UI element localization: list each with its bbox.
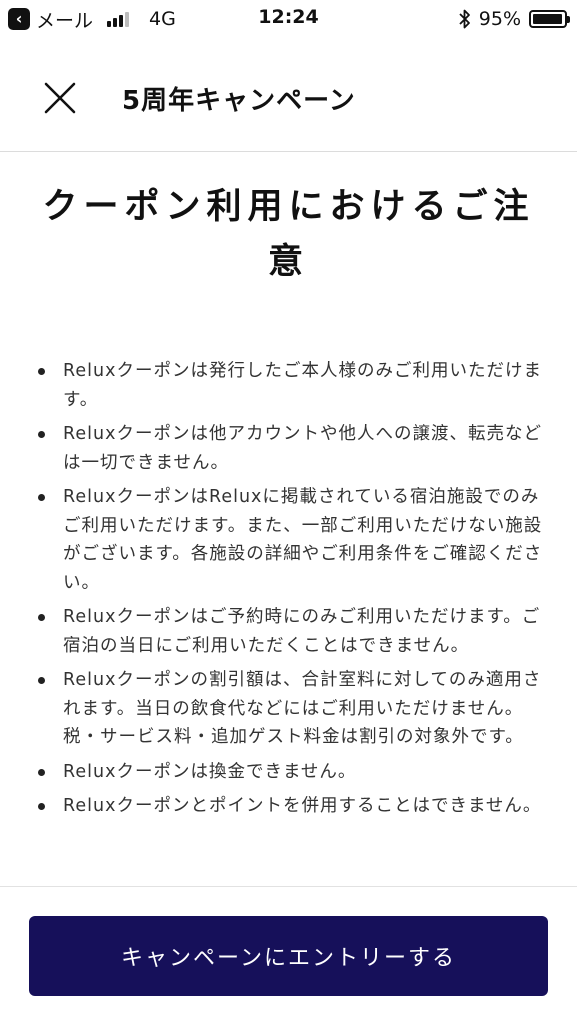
list-item: Reluxクーポンはご予約時にのみご利用いただけます。ご宿泊の当日にご利用いただ…: [36, 603, 546, 660]
back-to-app-icon[interactable]: ‹: [8, 8, 30, 30]
network-type: 4G: [149, 8, 176, 30]
close-icon: [44, 82, 76, 114]
page-header-title: 5周年キャンペーン: [122, 86, 356, 116]
bluetooth-icon: [459, 9, 471, 29]
battery-percent: 95%: [478, 8, 521, 30]
battery-icon: [529, 10, 570, 28]
nav-header: 5周年キャンペーン: [0, 38, 577, 152]
cellular-signal-icon: [107, 11, 130, 27]
list-item: ReluxクーポンはReluxに掲載されている宿泊施設でのみご利用いただけます。…: [36, 483, 546, 597]
page-title: クーポン利用におけるご注意: [42, 186, 535, 282]
status-left: ‹ メール 4G: [8, 6, 176, 32]
back-to-app-label[interactable]: メール: [36, 6, 93, 33]
status-bar: ‹ メール 4G 12:24 95%: [0, 0, 577, 38]
list-item: Reluxクーポンは他アカウントや他人への譲渡、転売などは一切できません。: [36, 420, 546, 477]
campaign-entry-button[interactable]: キャンペーンにエントリーする: [29, 916, 548, 996]
close-button[interactable]: [38, 76, 82, 120]
list-item: Reluxクーポンとポイントを併用することはできません。: [36, 792, 546, 821]
status-right: 95%: [459, 6, 570, 32]
footer: キャンペーンにエントリーする: [0, 886, 577, 1024]
battery-fill: [533, 14, 562, 24]
list-item: Reluxクーポンの割引額は、合計室料に対してのみ適用されます。当日の飲食代など…: [36, 666, 546, 752]
notes-list: Reluxクーポンは発行したご本人様のみご利用いただけます。 Reluxクーポン…: [36, 357, 546, 827]
list-item: Reluxクーポンは発行したご本人様のみご利用いただけます。: [36, 357, 546, 414]
main-content[interactable]: クーポン利用におけるご注意 Reluxクーポンは発行したご本人様のみご利用いただ…: [0, 153, 577, 886]
list-item: Reluxクーポンは換金できません。: [36, 758, 546, 787]
